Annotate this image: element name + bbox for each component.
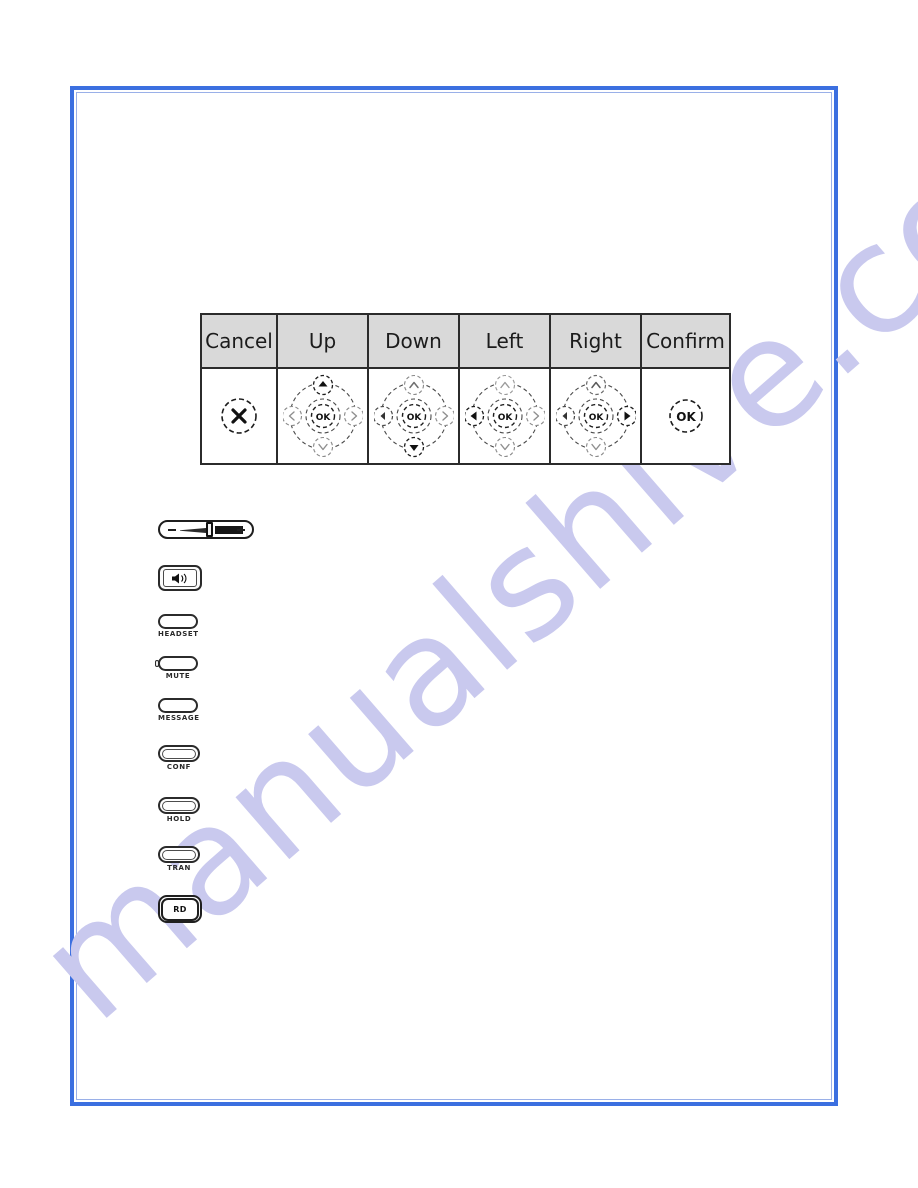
speakerphone-icon — [158, 565, 202, 591]
message-key-label: MESSAGE — [158, 714, 200, 722]
list-item-speakerphone — [158, 565, 298, 591]
svg-text:OK: OK — [315, 413, 331, 423]
column-header-left: Left — [458, 313, 551, 369]
mute-key-label: MUTE — [165, 672, 191, 680]
svg-text:OK: OK — [676, 410, 696, 424]
conference-key-icon — [158, 745, 200, 762]
column-header-right: Right — [549, 313, 642, 369]
list-item-volume — [158, 520, 298, 539]
phone-key-legend-list: HEADSET MUTE MESSAGE CONF HOLD TRAN RD — [155, 520, 298, 923]
list-item-conference: CONF — [158, 745, 298, 771]
mute-key-icon — [155, 656, 198, 671]
conference-key-label: CONF — [166, 763, 192, 771]
table-row: OK OK OK OK OK — [200, 367, 731, 465]
confirm-circle-ok-icon: OK — [668, 399, 703, 433]
headset-key-icon — [158, 614, 198, 629]
cell-down-icon: OK — [367, 367, 460, 465]
transfer-key-icon — [158, 846, 200, 863]
list-item-transfer: TRAN — [158, 846, 298, 872]
redial-key-label: RD — [173, 904, 187, 914]
column-header-down: Down — [367, 313, 460, 369]
volume-thumb — [206, 522, 213, 537]
column-header-cancel: Cancel — [200, 313, 278, 369]
cell-cancel-icon — [200, 367, 278, 465]
cell-up-icon: OK — [276, 367, 369, 465]
navpad-left-icon: OK — [464, 374, 545, 458]
cell-right-icon: OK — [549, 367, 642, 465]
cell-confirm-icon: OK — [640, 367, 731, 465]
list-item-redial: RD — [158, 895, 298, 923]
volume-rocker-icon — [158, 520, 254, 539]
table-header-row: Cancel Up Down Left Right Confirm — [200, 313, 731, 369]
svg-text:OK: OK — [588, 413, 604, 423]
navpad-right-icon: OK — [555, 374, 636, 458]
hold-key-icon — [158, 797, 200, 814]
volume-track-left — [180, 528, 206, 533]
column-header-confirm: Confirm — [640, 313, 731, 369]
cancel-circle-x-icon — [221, 398, 257, 434]
list-item-headset: HEADSET — [158, 614, 298, 638]
list-item-hold: HOLD — [158, 797, 298, 823]
message-key-icon — [158, 698, 198, 713]
column-header-up: Up — [276, 313, 369, 369]
navpad-down-icon: OK — [373, 374, 454, 458]
list-item-mute: MUTE — [155, 656, 298, 680]
headset-key-label: HEADSET — [158, 630, 199, 638]
cell-left-icon: OK — [458, 367, 551, 465]
volume-minus-icon — [168, 529, 176, 531]
list-item-message: MESSAGE — [158, 698, 298, 722]
svg-text:OK: OK — [497, 413, 513, 423]
hold-key-label: HOLD — [166, 815, 192, 823]
navpad-up-icon: OK — [282, 374, 363, 458]
svg-text:OK: OK — [406, 413, 422, 423]
transfer-key-label: TRAN — [167, 864, 191, 872]
navigation-keys-table: Cancel Up Down Left Right Confirm OK OK … — [200, 313, 731, 465]
redial-key-icon: RD — [158, 895, 202, 923]
speaker-waves-icon — [172, 573, 187, 583]
